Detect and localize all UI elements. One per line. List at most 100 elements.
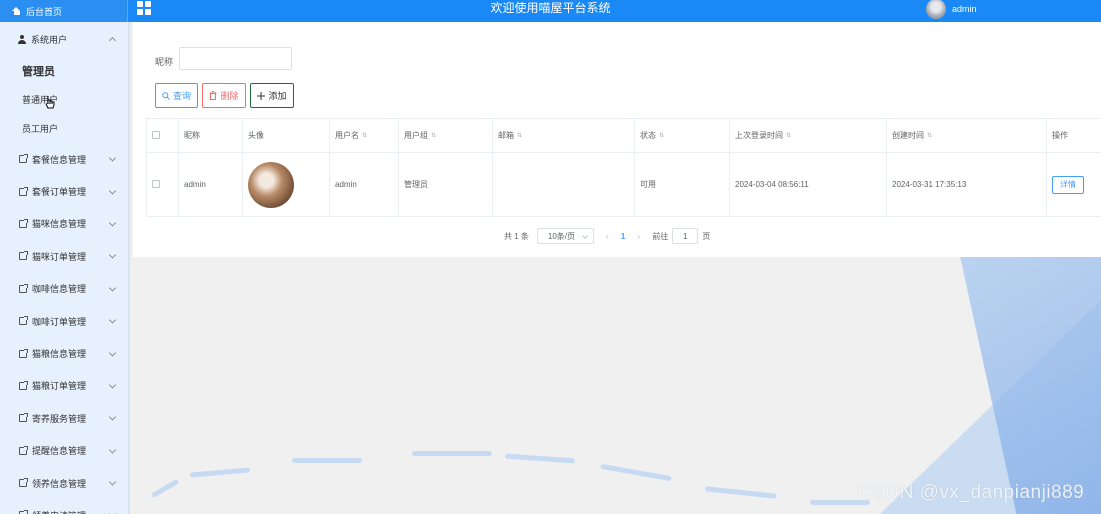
delete-button[interactable]: 删除 [202,83,246,108]
next-page-icon[interactable]: › [637,231,640,241]
sidebar-item-label: 套餐信息管理 [32,154,87,165]
table-row: admin admin 管理员 可用 2024-03-04 08:56:11 2… [146,152,1101,217]
sidebar-item-label: 领养信息管理 [32,478,87,489]
goto-page-input[interactable]: 1 [672,228,699,244]
sidebar-subitem-admin[interactable]: 管理员 [0,56,128,85]
sidebar-item[interactable]: 提醒信息管理 [0,435,128,467]
watermark: CSDN @vx_danpianji889 [858,482,1085,503]
total-count: 共 1 条 [504,231,529,241]
cell-action: 详情 [1046,152,1101,217]
sidebar-item[interactable]: 猫粮信息管理 [0,337,128,369]
column-header-group[interactable]: 用户组 ⇅ [398,118,493,153]
delete-button-label: 删除 [220,91,239,101]
column-header-label: 邮箱 [498,131,514,140]
nickname-input[interactable] [179,47,292,70]
home-label: 后台首页 [26,6,63,17]
background-dash [504,453,576,464]
sidebar-subitem-normal-user[interactable]: 普通用户 [0,85,128,114]
page-number[interactable]: 1 [621,232,625,241]
column-header-email[interactable]: 邮箱 ⇅ [492,118,635,153]
pagination: 共 1 条 10条/页 ‹ 1 › 前往 1 页 [504,228,710,244]
select-all-checkbox[interactable] [152,130,160,139]
sidebar-item[interactable]: 领养信息管理 [0,467,128,499]
cell-last-login: 2024-03-04 08:56:11 [729,152,887,217]
column-header-label: 用户组 [404,131,428,140]
document-icon [19,413,28,423]
column-header-username[interactable]: 用户名 ⇅ [329,118,399,153]
trash-icon [209,91,217,100]
sidebar-subitem-staff-user[interactable]: 员工用户 [0,114,128,143]
chevron-down-icon [108,348,117,357]
sidebar-item[interactable]: 猫咪信息管理 [0,208,128,240]
chevron-down-icon [108,251,117,259]
sort-icon[interactable]: ⇅ [431,132,436,139]
sidebar-item-system-user[interactable]: 系统用户 [0,22,128,56]
column-header-action: 操作 [1046,118,1101,153]
row-select-cell[interactable] [146,152,179,217]
goto-prefix: 前往 [652,231,669,241]
search-icon [162,91,170,100]
chevron-down-icon [108,446,117,454]
user-menu[interactable]: admin [926,0,977,19]
column-header-label: 上次登录时间 [735,131,783,140]
mouse-cursor-icon [45,96,55,109]
goto-suffix: 页 [702,231,711,241]
sort-icon[interactable]: ⇅ [517,132,522,139]
sidebar-item[interactable]: 套餐信息管理 [0,143,128,175]
cell-created: 2024-03-31 17:35:13 [886,152,1047,217]
document-icon [19,478,28,488]
sidebar-item-label: 套餐订单管理 [32,187,87,198]
sidebar-item-label: 寄养服务管理 [32,413,87,424]
detail-button[interactable]: 详情 [1052,175,1084,194]
document-icon [19,445,28,455]
chevron-down-icon [108,316,117,324]
document-icon [19,154,28,164]
sidebar-item[interactable]: 猫咪订单管理 [0,240,128,272]
page-size-select[interactable]: 10条/页 [536,228,594,244]
page-size-value: 10条/页 [547,231,576,241]
column-header-created[interactable]: 创建时间 ⇅ [886,118,1047,153]
sidebar-item[interactable]: 猫粮订单管理 [0,370,128,402]
sidebar-item-label: 猫粮信息管理 [32,349,87,360]
sidebar: 系统用户 管理员 普通用户 员工用户 套餐信息管理 套餐订单管理猫咪信息管理猫咪订… [0,22,130,514]
document-icon [19,218,28,228]
chevron-down-icon [108,187,117,195]
user-avatar [926,0,946,19]
home-icon [12,7,21,15]
sidebar-item[interactable]: 寄养服务管理 [0,402,128,434]
user-icon [18,34,26,44]
sidebar-item[interactable]: 套餐订单管理 [0,175,128,207]
sort-icon[interactable]: ⇅ [927,132,932,139]
user-avatar-image [248,161,294,208]
document-icon [19,251,28,261]
table-header-row: 昵称 头像 用户名 ⇅ 用户组 ⇅ 邮箱 ⇅ 状态 ⇅ 上次登录时间 ⇅ 创建时间 ⇅ 操作 [146,118,1101,153]
sidebar-item-label: 咖啡信息管理 [32,284,87,295]
sidebar-item[interactable]: 咖啡信息管理 [0,273,128,305]
user-table: 昵称 头像 用户名 ⇅ 用户组 ⇅ 邮箱 ⇅ 状态 ⇅ 上次登录时间 ⇅ 创建时间 ⇅ 操作… [146,118,1101,217]
cell-status: 可用 [634,152,730,217]
cell-username: admin [329,152,399,217]
sort-icon[interactable]: ⇅ [659,132,664,139]
cell-nickname: admin [178,152,243,217]
sidebar-item-label: 猫咪订单管理 [32,251,87,262]
home-link[interactable]: 后台首页 [0,0,128,22]
document-icon [19,348,28,358]
background-dash [189,467,251,478]
sidebar-item[interactable]: 领养申请管理 [0,499,128,514]
column-header-status[interactable]: 状态 ⇅ [634,118,730,153]
sort-icon[interactable]: ⇅ [362,132,367,139]
chevron-down-icon [108,413,117,421]
prev-page-icon[interactable]: ‹ [606,231,609,241]
sidebar-item[interactable]: 咖啡订单管理 [0,305,128,337]
add-button[interactable]: 添加 [250,83,294,108]
main-panel: 昵称 查询 删除 添加 昵称 头像 用户名 ⇅ 用户组 ⇅ 邮箱 ⇅ 状态 ⇅ 上次登录… [133,22,1101,257]
chevron-down-icon [108,381,117,389]
select-all-cell[interactable] [146,118,179,153]
row-checkbox[interactable] [152,179,160,188]
chevron-up-icon [108,36,117,45]
column-header-nickname: 昵称 [178,118,243,153]
query-button[interactable]: 查询 [155,83,198,108]
sort-icon[interactable]: ⇅ [786,132,791,139]
column-header-last-login[interactable]: 上次登录时间 ⇅ [729,118,887,153]
menu-toggle-icon[interactable] [137,1,151,15]
